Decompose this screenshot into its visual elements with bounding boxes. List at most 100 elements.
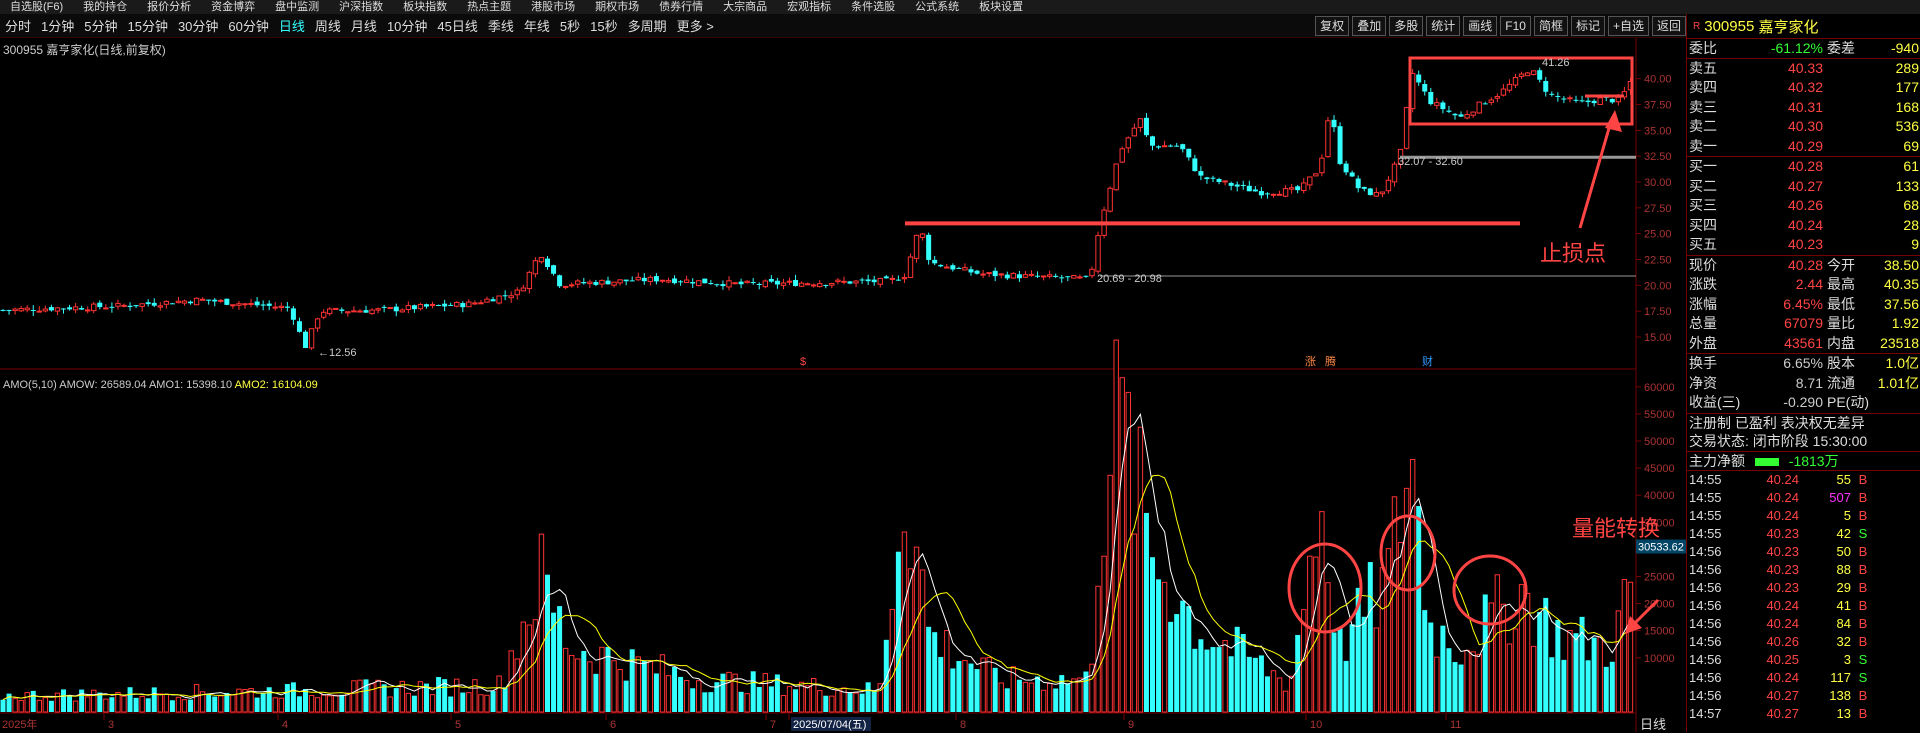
period-8[interactable]: 月线 — [346, 16, 382, 35]
volume-bar — [1035, 676, 1041, 712]
period-3[interactable]: 15分钟 — [122, 16, 172, 35]
volume-bar — [702, 692, 708, 712]
stat-b: 2.44 — [1795, 276, 1823, 292]
period-2[interactable]: 5分钟 — [79, 16, 122, 35]
volume-bar — [932, 632, 938, 712]
candle-body — [756, 283, 762, 285]
menu-item-6[interactable]: 板块指数 — [393, 0, 457, 14]
candle-body — [702, 278, 708, 284]
menu-item-12[interactable]: 宏观指标 — [777, 0, 841, 14]
menu-item-0[interactable]: 自选股(F6) — [0, 0, 73, 14]
tool-button-8[interactable]: +自选 — [1607, 16, 1649, 36]
menu-item-15[interactable]: 板块设置 — [969, 0, 1033, 14]
menu-item-2[interactable]: 报价分析 — [137, 0, 201, 14]
candle-body — [393, 306, 399, 312]
volume-bar — [54, 692, 61, 713]
tool-button-4[interactable]: 画线 — [1463, 16, 1498, 36]
main-flow-bar — [1754, 457, 1779, 466]
candle-body — [871, 279, 877, 283]
menu-item-9[interactable]: 期权市场 — [585, 0, 649, 14]
period-6[interactable]: 日线 — [274, 16, 310, 35]
tool-button-5[interactable]: F10 — [1500, 16, 1531, 36]
candle-body — [296, 321, 302, 332]
candle-body — [575, 280, 581, 285]
menu-item-14[interactable]: 公式系统 — [905, 0, 969, 14]
volume-bar — [798, 681, 805, 713]
menu-item-1[interactable]: 我的持仓 — [73, 0, 137, 14]
volume-bar — [357, 679, 363, 713]
stat-a: 涨幅 — [1689, 295, 1717, 312]
candle-body — [750, 282, 756, 284]
candle-body — [678, 281, 684, 283]
period-4[interactable]: 30分钟 — [173, 16, 223, 35]
candle-body — [1355, 178, 1361, 189]
candle-body — [1282, 188, 1289, 197]
candle-body — [12, 308, 18, 312]
volume-bar — [683, 680, 690, 713]
kline-chart[interactable]: 40.00 37.50 35.00 32.50 30.00 27.50 25.00 22.50… — [0, 38, 1686, 732]
candle-body — [72, 306, 79, 311]
period-11[interactable]: 季线 — [483, 16, 519, 35]
menu-item-13[interactable]: 条件选股 — [841, 0, 905, 14]
volume-bar — [623, 680, 629, 712]
volume-bar — [1409, 458, 1416, 713]
volume-bar — [913, 546, 920, 713]
candle-body — [97, 302, 103, 308]
period-12[interactable]: 年线 — [519, 16, 555, 35]
period-7[interactable]: 周线 — [310, 16, 346, 35]
tick-row: 14:57 40.27 13 B — [1687, 705, 1920, 723]
tick-list[interactable]: 14:55 40.24 55 B 14:55 40.24 507 B 14:55 40.24 5 B 1… — [1687, 469, 1920, 723]
menu-item-11[interactable]: 大宗商品 — [713, 0, 777, 14]
period-1[interactable]: 1分钟 — [36, 16, 79, 35]
tool-button-2[interactable]: 多股 — [1389, 16, 1424, 36]
tool-button-6[interactable]: 简框 — [1533, 16, 1568, 36]
menu-item-7[interactable]: 热点主题 — [457, 0, 521, 14]
row-price: 40.31 — [1787, 98, 1823, 115]
volume-bar — [871, 691, 877, 712]
candle-body — [54, 307, 61, 312]
tool-button-1[interactable]: 叠加 — [1352, 16, 1387, 36]
candle-body — [1161, 145, 1168, 148]
tool-button-7[interactable]: 标记 — [1570, 16, 1605, 36]
volume-bar — [768, 686, 774, 712]
tick-volume: 507 — [1829, 489, 1851, 505]
candle-body — [932, 259, 938, 264]
candle-body — [6, 310, 12, 312]
period-9[interactable]: 10分钟 — [382, 16, 432, 35]
period-15[interactable]: 多周期 — [623, 16, 672, 35]
volume-bar — [260, 693, 266, 712]
menu-item-5[interactable]: 沪深指数 — [329, 0, 393, 14]
volume-bar — [1319, 511, 1325, 713]
tool-button-3[interactable]: 统计 — [1426, 16, 1461, 36]
stat-b: -0.290 — [1783, 394, 1823, 410]
stat-a: 换手 — [1689, 355, 1717, 371]
bottom-tab-daily[interactable]: 日线 — [1640, 714, 1666, 733]
menu-item-8[interactable]: 港股市场 — [521, 0, 585, 14]
candle-body — [188, 301, 194, 304]
volume-bar — [1573, 633, 1579, 712]
date-label: 5 — [455, 719, 461, 731]
menu-item-4[interactable]: 盘中监测 — [265, 0, 329, 14]
volume-bar — [520, 621, 526, 713]
period-16[interactable]: 更多 > — [672, 16, 719, 35]
candle-body — [520, 287, 526, 292]
candle-body — [442, 303, 448, 307]
volume-bar — [175, 696, 182, 713]
volume-bar — [1180, 600, 1186, 712]
period-14[interactable]: 15秒 — [585, 16, 622, 35]
candle-body — [61, 308, 66, 310]
tool-button-9[interactable]: 返回 — [1651, 16, 1686, 36]
volume-bar — [1343, 660, 1349, 712]
period-0[interactable]: 分时 — [0, 16, 36, 35]
candle-body — [1143, 117, 1149, 136]
menu-item-10[interactable]: 债券行情 — [649, 0, 713, 14]
tool-button-0[interactable]: 复权 — [1315, 16, 1350, 36]
candle-body — [199, 298, 206, 301]
menu-item-3[interactable]: 资金博弈 — [201, 0, 265, 14]
period-13[interactable]: 5秒 — [555, 16, 585, 35]
tick-row: 14:56 40.25 3 S — [1687, 651, 1920, 669]
period-5[interactable]: 60分钟 — [223, 16, 273, 35]
candle-body — [1555, 95, 1561, 97]
candle-body — [1222, 180, 1228, 183]
period-10[interactable]: 45日线 — [432, 16, 482, 35]
